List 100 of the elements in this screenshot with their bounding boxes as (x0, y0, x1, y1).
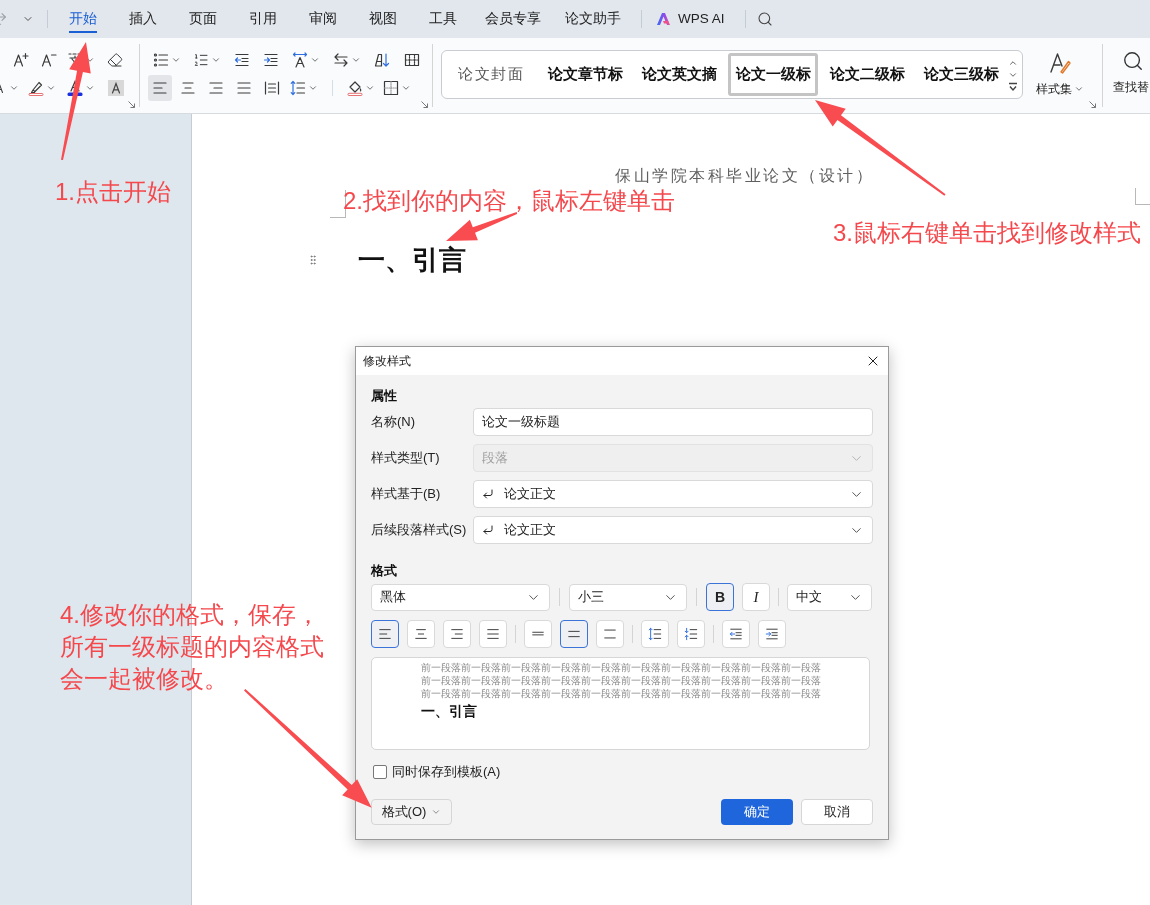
select-field[interactable]: 论文正文 (473, 516, 873, 544)
style-gallery-item[interactable]: 论文一级标 (728, 53, 818, 96)
increase-indent-icon (765, 627, 779, 641)
style-gallery-item[interactable]: 论文二级标 (822, 53, 912, 96)
align-left-icon (378, 627, 392, 641)
caret-icon (310, 55, 320, 65)
size-select[interactable]: 小三 (569, 583, 687, 611)
menu-tab[interactable]: 开始 (53, 0, 113, 38)
sort-icon (374, 52, 390, 68)
decrease-indent-icon (729, 627, 743, 641)
justify-button[interactable] (479, 620, 507, 648)
caret-icon (1074, 84, 1084, 94)
page-corner-mark (1135, 188, 1150, 205)
menu-tab[interactable]: 引用 (233, 0, 293, 38)
ok-button[interactable]: 确定 (721, 799, 793, 825)
font-grow-icon (12, 52, 29, 68)
text-field[interactable]: 论文一级标题 (473, 408, 873, 436)
caret-icon (171, 55, 181, 65)
drag-handle-icon[interactable] (307, 252, 319, 268)
caret-icon (351, 55, 361, 65)
align-right-button[interactable] (443, 620, 471, 648)
style-gallery-item[interactable]: 论文三级标 (916, 53, 1006, 96)
menu-tab[interactable]: 审阅 (293, 0, 353, 38)
italic-button[interactable]: I (742, 583, 770, 611)
checkbox-label: 同时保存到模板(A) (392, 763, 501, 782)
align-center-icon (414, 627, 428, 641)
distribute-icon (264, 80, 280, 96)
single-spacing-button[interactable] (524, 620, 552, 648)
search-icon (1122, 50, 1144, 72)
char-shading-icon (107, 80, 124, 96)
increase-indent-icon (262, 52, 279, 68)
align-right-icon (208, 80, 224, 96)
dialog-launcher-icon[interactable] (1089, 101, 1096, 108)
decrease-spacing-button[interactable] (677, 620, 705, 648)
paint-bucket-icon (347, 80, 363, 96)
font-shrink-icon (40, 52, 57, 68)
menu-tab[interactable]: 页面 (173, 0, 233, 38)
text-direction-icon (292, 52, 308, 68)
find-replace-button[interactable]: 查找替 (1113, 78, 1149, 96)
annotation-text: 4.修改你的格式，保存，所有一级标题的内容格式会一起被修改。 (60, 600, 325, 694)
cancel-button[interactable]: 取消 (801, 799, 873, 825)
menu-tab[interactable]: 视图 (353, 0, 413, 38)
align-left-button[interactable] (371, 620, 399, 648)
expand-gallery-icon[interactable] (1008, 81, 1018, 92)
annotation-text: 3.鼠标右键单击找到修改样式 (833, 218, 1141, 247)
menu-tab[interactable]: 工具 (413, 0, 473, 38)
align-center-button[interactable] (407, 620, 435, 648)
caret-icon (46, 83, 56, 93)
page-header-text: 保山学院本科毕业论文（设计） (615, 165, 874, 187)
caret-icon (9, 83, 19, 93)
justify-icon (486, 627, 500, 641)
double-spacing-button[interactable] (596, 620, 624, 648)
one-half-spacing-button[interactable] (560, 620, 588, 648)
document-heading: 一、引言 (358, 243, 466, 277)
dashed-grid-icon (404, 52, 420, 68)
ai-button[interactable]: WPS AI (657, 8, 725, 30)
align-left-button[interactable] (148, 75, 172, 101)
field-label: 名称(N) (371, 413, 417, 432)
swap-arrows-icon (333, 52, 349, 68)
language-select[interactable]: 中文 (787, 583, 872, 611)
align-right-icon (450, 627, 464, 641)
increase-spacing-button[interactable] (641, 620, 669, 648)
preview-heading: 一、引言 (421, 702, 478, 720)
annotation-text: 1.点击开始 (55, 177, 171, 206)
style-gallery-item[interactable]: 论文英文摘 (634, 53, 724, 96)
border-icon (383, 80, 399, 96)
checkbox[interactable] (373, 765, 387, 779)
select-field[interactable]: 论文正文 (473, 480, 873, 508)
caret-icon (211, 55, 221, 65)
style-gallery-item[interactable]: 论文封面 (446, 53, 536, 96)
annotation-text: 2.找到你的内容，鼠标左键单击 (343, 186, 675, 215)
caret-icon (365, 83, 375, 93)
style-gallery-item[interactable]: 论文章节标 (540, 53, 630, 96)
dialog-launcher-icon[interactable] (128, 101, 135, 108)
style-pen-icon (1049, 52, 1071, 74)
menu-tab[interactable]: 会员专享 (473, 0, 553, 38)
bullet-list-icon (153, 52, 169, 68)
menu-tab[interactable]: 插入 (113, 0, 173, 38)
caret-icon (308, 83, 318, 93)
menu-tab[interactable]: 论文助手 (553, 0, 633, 38)
highlighter-icon (28, 80, 44, 96)
section-heading: 属性 (371, 387, 398, 405)
field-label: 样式类型(T) (371, 449, 441, 468)
bold-button[interactable]: B (706, 583, 734, 611)
search-icon[interactable] (756, 11, 773, 27)
caret-icon (85, 83, 95, 93)
caret-icon (401, 83, 411, 93)
decrease-spacing-icon (684, 627, 698, 641)
numbered-list-icon (193, 52, 209, 68)
paragraph-mark-icon (482, 488, 494, 500)
preview-previous-text: 前一段落前一段落前一段落前一段落前一段落前一段落前一段落前一段落前一段落前一段落前一段落前一段落前一段落前一段落前一段落前一段落前一段落前一段落前一段落前一段落前一段落前一段落前一段落前一段落前一段落前一段落前一段落前一段落前一段落前一段落 (421, 661, 822, 700)
line-spacing-icon (290, 80, 306, 96)
style-set-button[interactable]: 样式集 (1036, 80, 1084, 98)
section-heading: 格式 (371, 562, 398, 580)
double-spacing-icon (603, 627, 617, 641)
page-corner-mark (330, 190, 346, 218)
font-select[interactable]: 黑体 (371, 583, 550, 611)
format-menu-button[interactable]: 格式(O) (371, 799, 452, 825)
dialog-launcher-icon[interactable] (421, 101, 428, 108)
paragraph-mark-icon (482, 524, 494, 536)
